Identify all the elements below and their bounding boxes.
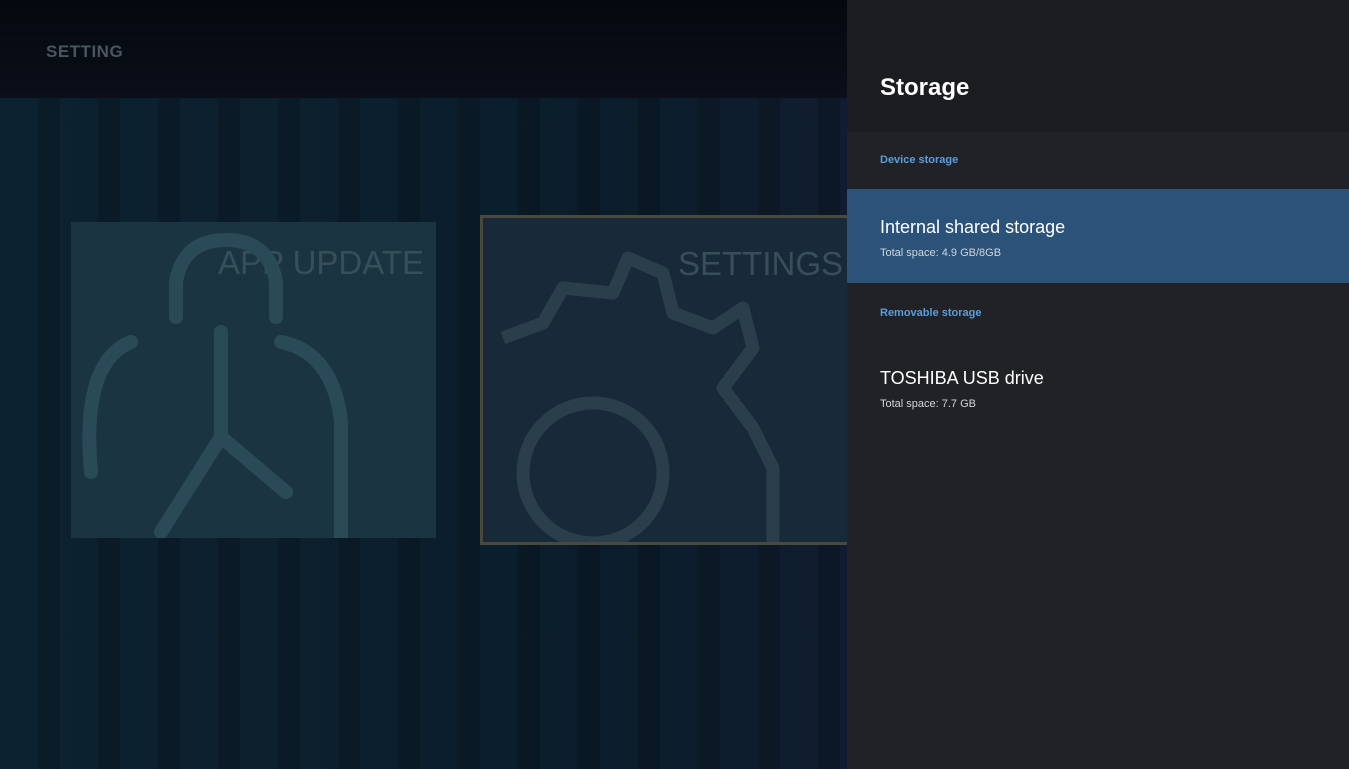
storage-item-internal[interactable]: Internal shared storage Total space: 4.9… [847, 189, 1349, 283]
panel-header: Storage [847, 0, 1349, 132]
panel-title: Storage [880, 74, 970, 101]
gear-icon [500, 251, 780, 542]
screen-title: SETTING [46, 42, 124, 61]
settings-tile[interactable]: SETTINGS [480, 215, 860, 545]
section-label-device-storage: Device storage [880, 154, 959, 166]
storage-item-subtitle: Total space: 7.7 GB [880, 398, 976, 410]
storage-item-subtitle: Total space: 4.9 GB/8GB [880, 247, 1002, 259]
storage-panel: Storage Device storage Internal shared s… [847, 0, 1349, 769]
storage-item-usb[interactable]: TOSHIBA USB drive Total space: 7.7 GB [847, 340, 1349, 434]
storage-item-title: Internal shared storage [880, 217, 1066, 237]
section-label-removable-storage: Removable storage [880, 307, 982, 319]
shopping-bag-upload-icon [82, 233, 348, 538]
app-update-tile[interactable]: APP UPDATE [71, 222, 436, 538]
storage-item-title: TOSHIBA USB drive [880, 368, 1044, 388]
